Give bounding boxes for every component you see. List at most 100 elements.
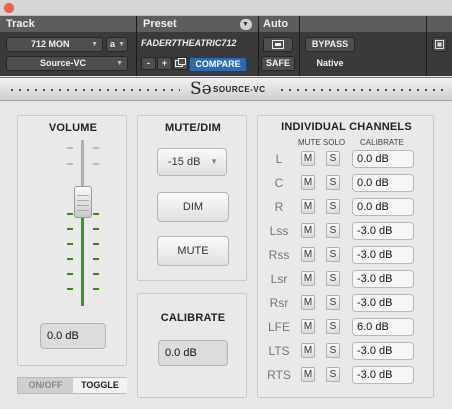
toggle-button[interactable]: TOGGLE — [73, 378, 127, 393]
channel-mute-button[interactable]: M — [301, 151, 315, 166]
bypass-button[interactable]: BYPASS — [305, 37, 355, 52]
scale-tick — [67, 258, 73, 260]
window-titlebar — [0, 0, 452, 16]
mute-button[interactable]: MUTE — [157, 236, 229, 266]
track-selector[interactable]: 712 MON ▼ — [6, 37, 103, 52]
volume-panel: VOLUME 0.0 dB — [17, 115, 127, 366]
channel-mute-button[interactable]: M — [301, 199, 315, 214]
channel-solo-button[interactable]: S — [326, 175, 340, 190]
track-name: 712 MON — [31, 39, 70, 49]
preset-section: Preset ▼ FADER7THEATRIC712 - + COMPARE — [137, 16, 258, 76]
channel-selector[interactable]: a ▼ — [106, 37, 128, 52]
plugin-name: SOURCE-VC — [213, 85, 266, 94]
next-preset-button[interactable]: + — [157, 57, 172, 70]
channel-mute-button[interactable]: M — [301, 343, 315, 358]
volume-value-field[interactable]: 0.0 dB — [40, 323, 106, 349]
track-channel: a — [110, 39, 116, 49]
scale-tick — [67, 163, 73, 165]
side-section — [427, 16, 452, 76]
dim-level-value: -15 dB — [168, 156, 201, 168]
channel-mute-button[interactable]: M — [301, 319, 315, 334]
decorative-dots — [278, 89, 444, 91]
grip-line — [77, 195, 89, 196]
mute-dim-title: MUTE/DIM — [165, 122, 221, 134]
channel-name: LFE — [267, 320, 290, 334]
channel-solo-button[interactable]: S — [326, 367, 340, 382]
scale-tick — [67, 228, 73, 230]
plugin-header: Track 712 MON ▼ a ▼ Source-VC ▼ Preset ▼… — [0, 16, 452, 76]
channel-mute-button[interactable]: M — [301, 223, 315, 238]
calibrate-column-label: CALIBRATE — [360, 138, 404, 147]
on-off-button[interactable]: ON/OFF — [18, 378, 73, 393]
scale-tick — [93, 147, 99, 149]
channel-calibrate-field[interactable]: -3.0 dB — [352, 366, 414, 384]
volume-fader-handle[interactable] — [74, 186, 92, 218]
channel-name: L — [275, 152, 283, 166]
scale-tick — [93, 163, 99, 165]
target-button[interactable] — [432, 37, 447, 52]
channel-calibrate-field[interactable]: 0.0 dB — [352, 150, 414, 168]
scale-tick — [67, 147, 73, 149]
dim-button[interactable]: DIM — [157, 192, 229, 222]
channel-calibrate-field[interactable]: 0.0 dB — [352, 198, 414, 216]
insert-selector[interactable]: Source-VC ▼ — [6, 56, 128, 71]
copy-preset-button[interactable] — [173, 57, 188, 70]
channel-calibrate-field[interactable]: 6.0 dB — [352, 318, 414, 336]
channel-mute-button[interactable]: M — [301, 175, 315, 190]
bypass-section: BYPASS Native — [300, 16, 426, 76]
plugin-logo-strip: Sǝ SOURCE-VC — [0, 77, 452, 101]
target-icon — [435, 40, 444, 49]
channel-solo-button[interactable]: S — [326, 343, 340, 358]
automation-enable-button[interactable] — [263, 37, 293, 52]
channel-calibrate-field[interactable]: -3.0 dB — [352, 294, 414, 312]
safe-button[interactable]: SAFE — [261, 56, 295, 71]
channel-solo-button[interactable]: S — [326, 319, 340, 334]
channel-solo-button[interactable]: S — [326, 151, 340, 166]
channel-mute-button[interactable]: M — [301, 295, 315, 310]
channel-solo-button[interactable]: S — [326, 199, 340, 214]
channel-calibrate-field[interactable]: -3.0 dB — [352, 246, 414, 264]
channel-name: Lsr — [270, 272, 288, 286]
grip-line — [77, 200, 89, 201]
track-section: Track 712 MON ▼ a ▼ Source-VC ▼ — [0, 16, 136, 76]
chevron-down-icon: ▼ — [116, 60, 123, 67]
scale-tick — [67, 273, 73, 275]
track-header-label: Track — [0, 16, 136, 32]
grip-line — [77, 210, 89, 211]
channels-title: INDIVIDUAL CHANNELS — [281, 121, 412, 133]
channel-solo-button[interactable]: S — [326, 247, 340, 262]
chevron-down-icon: ▼ — [118, 41, 125, 48]
compare-button[interactable]: COMPARE — [189, 57, 247, 72]
channel-name: LTS — [268, 344, 290, 358]
channel-calibrate-field[interactable]: 0.0 dB — [352, 174, 414, 192]
auto-header-label: Auto — [259, 16, 299, 32]
close-window-button[interactable] — [4, 3, 14, 13]
preset-name[interactable]: FADER7THEATRIC712 — [141, 38, 236, 48]
channel-mute-button[interactable]: M — [301, 247, 315, 262]
side-header-blank — [427, 16, 452, 32]
channel-mute-button[interactable]: M — [301, 367, 315, 382]
automation-section: Auto SAFE — [259, 16, 299, 76]
chevron-down-icon: ▼ — [242, 21, 249, 28]
channel-mute-button[interactable]: M — [301, 271, 315, 286]
mute-dim-panel: MUTE/DIM -15 dB ▼ DIM MUTE — [137, 115, 247, 281]
channel-calibrate-field[interactable]: -3.0 dB — [352, 270, 414, 288]
channel-solo-button[interactable]: S — [326, 223, 340, 238]
channel-name: Rsr — [269, 296, 289, 310]
preset-menu-button[interactable]: ▼ — [240, 19, 252, 30]
calibrate-title: CALIBRATE — [160, 312, 226, 324]
channel-solo-button[interactable]: S — [326, 295, 340, 310]
dim-level-dropdown[interactable]: -15 dB ▼ — [157, 148, 227, 176]
scale-tick — [67, 213, 73, 215]
insert-name: Source-VC — [40, 58, 87, 68]
channel-calibrate-field[interactable]: -3.0 dB — [352, 222, 414, 240]
previous-preset-button[interactable]: - — [141, 57, 156, 70]
channel-name: Rss — [268, 248, 290, 262]
native-label: Native — [305, 56, 355, 71]
chevron-down-icon: ▼ — [210, 157, 218, 166]
channel-name: Lss — [269, 224, 289, 238]
channel-calibrate-field[interactable]: -3.0 dB — [352, 342, 414, 360]
channel-name: C — [274, 176, 284, 190]
channel-solo-button[interactable]: S — [326, 271, 340, 286]
calibrate-value-field[interactable]: 0.0 dB — [158, 340, 228, 366]
